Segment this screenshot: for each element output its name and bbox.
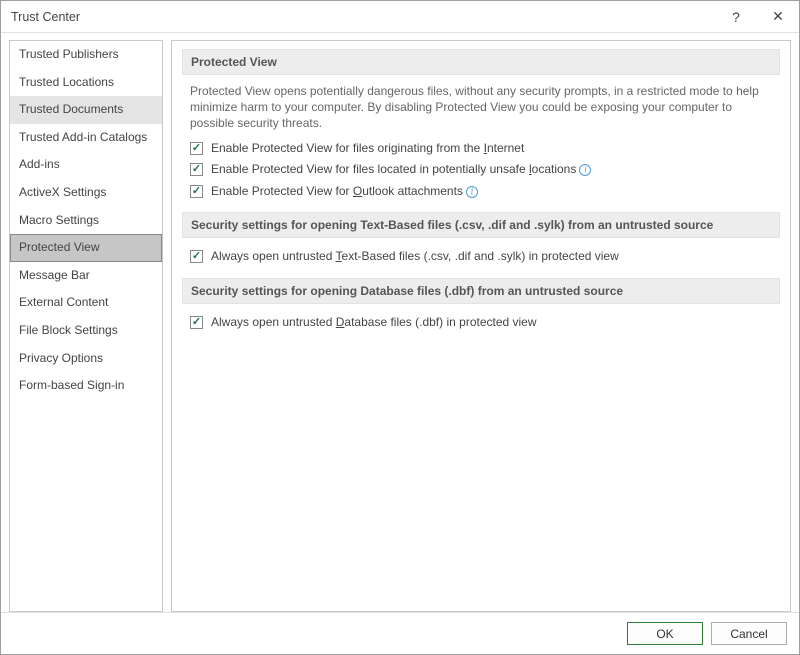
category-sidebar: Trusted Publishers Trusted Locations Tru… <box>9 40 163 612</box>
trust-center-dialog: Trust Center ? ✕ Trusted Publishers Trus… <box>0 0 800 655</box>
sidebar-item-trusted-locations[interactable]: Trusted Locations <box>10 69 162 97</box>
sidebar-item-label: Trusted Publishers <box>19 47 119 61</box>
checkbox-icon <box>190 316 203 329</box>
help-icon: ? <box>732 9 740 25</box>
sidebar-item-privacy-options[interactable]: Privacy Options <box>10 345 162 373</box>
titlebar-actions: ? ✕ <box>715 1 799 32</box>
sidebar-item-addins[interactable]: Add-ins <box>10 151 162 179</box>
sidebar-item-message-bar[interactable]: Message Bar <box>10 262 162 290</box>
sidebar-item-trusted-addin-catalogs[interactable]: Trusted Add-in Catalogs <box>10 124 162 152</box>
info-icon[interactable]: i <box>466 186 478 198</box>
sidebar-item-label: Form-based Sign-in <box>19 378 124 392</box>
section-header-protected-view: Protected View <box>182 49 780 75</box>
checkbox-icon <box>190 163 203 176</box>
section-body-text-files: Always open untrusted Text-Based files (… <box>182 246 780 278</box>
sidebar-item-label: External Content <box>19 295 108 309</box>
info-icon[interactable]: i <box>579 164 591 176</box>
sidebar-item-external-content[interactable]: External Content <box>10 289 162 317</box>
option-pv-outlook-attachments[interactable]: Enable Protected View for Outlook attach… <box>190 181 772 203</box>
section-body-protected-view: Protected View opens potentially dangero… <box>182 83 780 212</box>
option-label: Always open untrusted Database files (.d… <box>211 315 537 331</box>
sidebar-item-activex-settings[interactable]: ActiveX Settings <box>10 179 162 207</box>
sidebar-item-protected-view[interactable]: Protected View <box>10 234 162 262</box>
help-button[interactable]: ? <box>715 1 757 32</box>
sidebar-item-label: Trusted Locations <box>19 75 114 89</box>
sidebar-item-label: File Block Settings <box>19 323 118 337</box>
section-body-db-files: Always open untrusted Database files (.d… <box>182 312 780 344</box>
sidebar-item-label: Protected View <box>19 240 100 254</box>
checkbox-icon <box>190 250 203 263</box>
content-panel: Protected View Protected View opens pote… <box>171 40 791 612</box>
sidebar-item-label: Trusted Documents <box>19 102 123 116</box>
sidebar-item-form-based-signin[interactable]: Form-based Sign-in <box>10 372 162 400</box>
ok-button[interactable]: OK <box>627 622 703 645</box>
cancel-button[interactable]: Cancel <box>711 622 787 645</box>
sidebar-item-label: Add-ins <box>19 157 60 171</box>
option-label: Always open untrusted Text-Based files (… <box>211 249 619 265</box>
checkbox-icon <box>190 185 203 198</box>
option-label: Enable Protected View for files originat… <box>211 141 524 157</box>
titlebar: Trust Center ? ✕ <box>1 1 799 33</box>
option-pv-unsafe-locations[interactable]: Enable Protected View for files located … <box>190 159 772 181</box>
sidebar-item-label: Privacy Options <box>19 351 103 365</box>
sidebar-item-label: Macro Settings <box>19 213 99 227</box>
section-header-db-files: Security settings for opening Database f… <box>182 278 780 304</box>
dialog-body: Trusted Publishers Trusted Locations Tru… <box>1 33 799 612</box>
option-text-files-pv[interactable]: Always open untrusted Text-Based files (… <box>190 246 772 268</box>
sidebar-item-file-block-settings[interactable]: File Block Settings <box>10 317 162 345</box>
sidebar-item-macro-settings[interactable]: Macro Settings <box>10 207 162 235</box>
close-icon: ✕ <box>772 8 784 25</box>
checkbox-icon <box>190 142 203 155</box>
option-label: Enable Protected View for Outlook attach… <box>211 184 478 200</box>
dialog-title: Trust Center <box>11 10 715 24</box>
sidebar-item-trusted-publishers[interactable]: Trusted Publishers <box>10 41 162 69</box>
sidebar-item-label: Trusted Add-in Catalogs <box>19 130 147 144</box>
sidebar-item-label: Message Bar <box>19 268 90 282</box>
dialog-footer: OK Cancel <box>1 612 799 654</box>
option-label: Enable Protected View for files located … <box>211 162 591 178</box>
section-header-text-files: Security settings for opening Text-Based… <box>182 212 780 238</box>
option-pv-internet[interactable]: Enable Protected View for files originat… <box>190 138 772 160</box>
sidebar-item-label: ActiveX Settings <box>19 185 106 199</box>
protected-view-description: Protected View opens potentially dangero… <box>190 83 772 132</box>
option-db-files-pv[interactable]: Always open untrusted Database files (.d… <box>190 312 772 334</box>
close-button[interactable]: ✕ <box>757 1 799 32</box>
sidebar-item-trusted-documents[interactable]: Trusted Documents <box>10 96 162 124</box>
